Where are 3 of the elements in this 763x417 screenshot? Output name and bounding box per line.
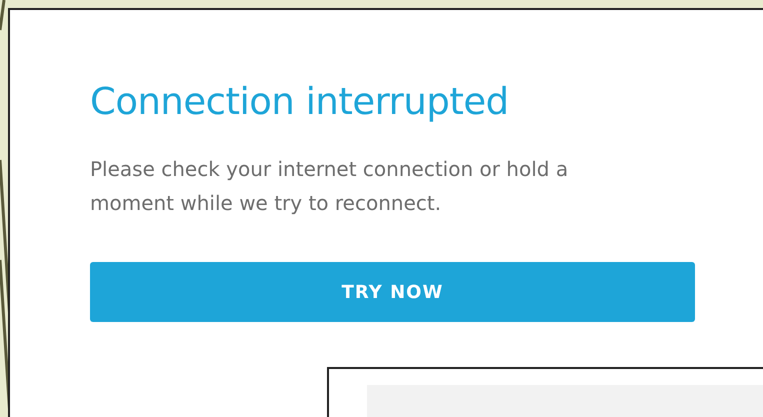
try-now-button[interactable]: TRY NOW: [90, 262, 695, 322]
dialog-message: Please check your internet connection or hold a moment while we try to reconnect.: [90, 156, 570, 218]
dialog-title: Connection interrupted: [90, 80, 510, 124]
